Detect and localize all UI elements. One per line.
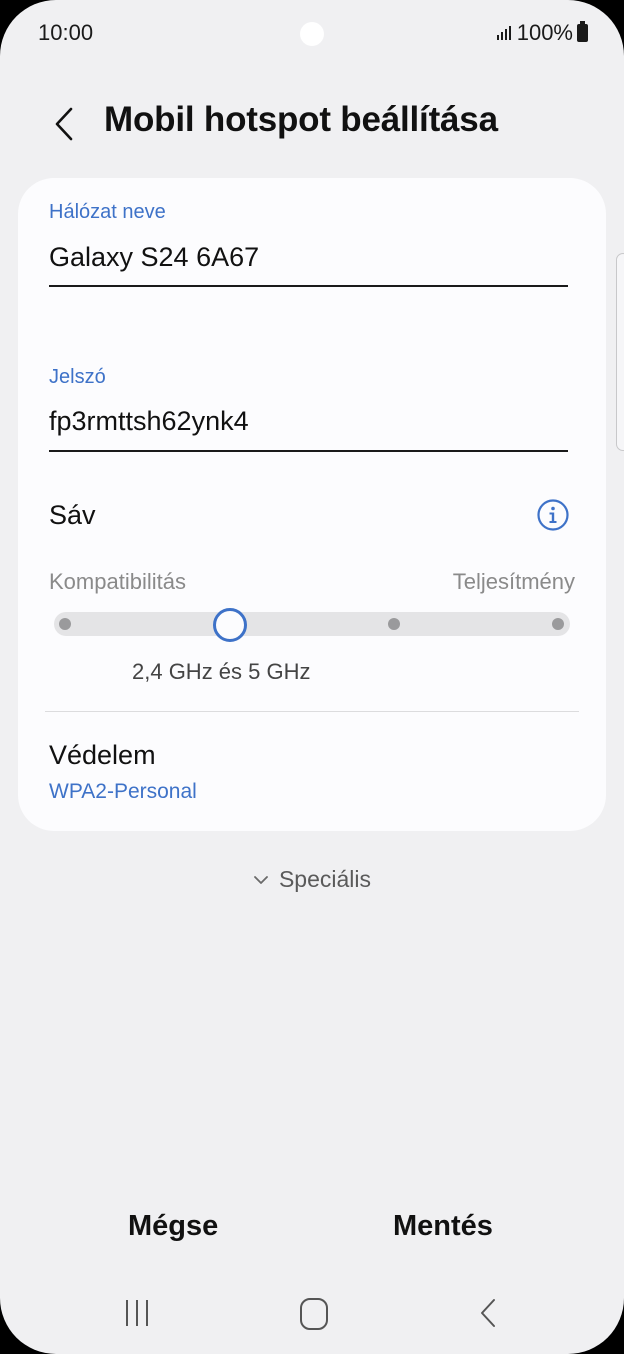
screen: 10:00 100% Mobil hotspot beállítása Háló… (0, 0, 624, 1354)
scrollbar[interactable] (616, 253, 624, 451)
band-slider-step[interactable] (59, 618, 71, 630)
nav-back-icon (481, 1299, 495, 1327)
band-selected-value: 2,4 GHz és 5 GHz (132, 659, 311, 684)
chevron-left-icon (55, 107, 73, 141)
info-icon[interactable] (536, 498, 570, 532)
nav-back-button[interactable] (478, 1298, 498, 1333)
network-name-input[interactable]: Galaxy S24 6A67 (49, 242, 259, 273)
band-compatibility-label: Kompatibilitás (49, 569, 186, 594)
network-name-underline (49, 285, 568, 287)
status-indicators: 100% (496, 20, 588, 46)
password-label: Jelszó (49, 366, 106, 388)
recent-apps-button[interactable] (126, 1300, 148, 1326)
band-slider-step[interactable] (388, 618, 400, 630)
band-slider-thumb[interactable] (213, 608, 247, 642)
advanced-toggle[interactable]: Speciális (0, 866, 624, 893)
signal-icon (496, 26, 511, 40)
network-name-label: Hálózat neve (49, 201, 166, 223)
cancel-button[interactable]: Mégse (128, 1210, 218, 1243)
battery-percent: 100% (516, 20, 573, 45)
battery-icon (577, 21, 588, 42)
advanced-label: Speciális (278, 866, 372, 892)
security-value[interactable]: WPA2-Personal (49, 780, 197, 804)
divider (45, 711, 579, 712)
back-button[interactable] (44, 104, 84, 144)
security-title[interactable]: Védelem (49, 740, 156, 771)
home-button[interactable] (300, 1298, 328, 1330)
chevron-down-icon (254, 875, 268, 884)
band-slider[interactable] (54, 612, 570, 636)
password-underline (49, 450, 568, 452)
camera-cutout (300, 22, 324, 46)
page-title: Mobil hotspot beállítása (104, 100, 498, 139)
save-button[interactable]: Mentés (393, 1210, 493, 1243)
band-performance-label: Teljesítmény (452, 569, 575, 594)
status-time: 10:00 (38, 20, 94, 45)
settings-card: Hálózat neve Galaxy S24 6A67 Jelszó fp3r… (18, 178, 606, 831)
band-slider-step[interactable] (552, 618, 564, 630)
password-input[interactable]: fp3rmttsh62ynk4 (49, 406, 249, 437)
band-title: Sáv (49, 500, 96, 530)
